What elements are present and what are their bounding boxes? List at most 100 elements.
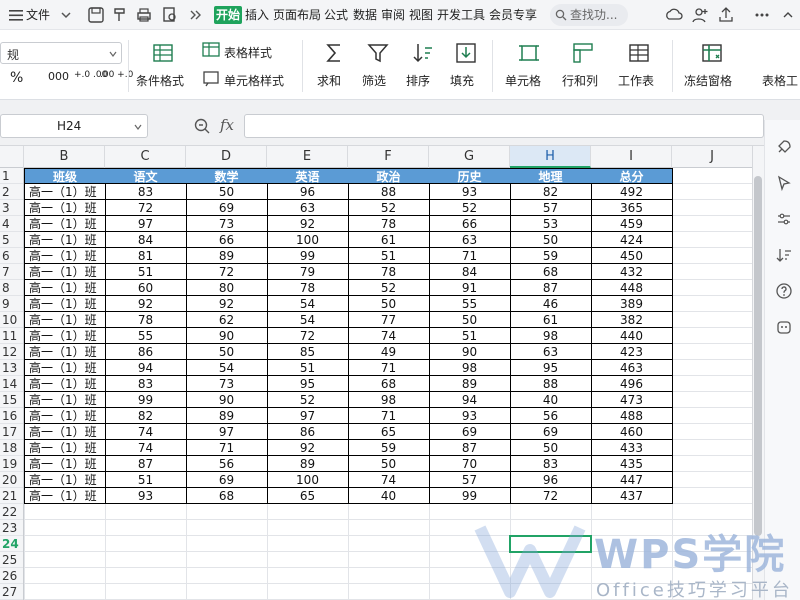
table-cell[interactable]: 70 [429, 456, 511, 472]
column-header-f[interactable]: F [348, 146, 429, 168]
table-cell[interactable]: 高一（1）班 [24, 472, 106, 488]
row-header-11[interactable]: 11 [0, 328, 23, 344]
column-header-h[interactable]: H [510, 146, 591, 168]
table-cell[interactable]: 63 [267, 200, 349, 216]
row-header-24[interactable]: 24 [0, 536, 23, 552]
row-header-23[interactable]: 23 [0, 520, 23, 536]
print-preview-icon[interactable] [160, 5, 180, 25]
table-cell[interactable]: 71 [348, 360, 430, 376]
table-cell[interactable]: 71 [348, 408, 430, 424]
table-cell[interactable]: 50 [429, 312, 511, 328]
table-cell[interactable]: 86 [105, 344, 187, 360]
tab-insert[interactable]: 插入 [245, 6, 269, 24]
sort-icon[interactable] [410, 40, 436, 66]
cloud-sync-icon[interactable] [664, 5, 684, 25]
table-cell[interactable]: 72 [267, 328, 349, 344]
table-cell[interactable]: 49 [348, 344, 430, 360]
table-cell[interactable]: 61 [348, 232, 430, 248]
ai-assistant-icon[interactable] [775, 318, 793, 336]
table-cell[interactable]: 98 [429, 360, 511, 376]
table-cell[interactable]: 66 [429, 216, 511, 232]
table-cell[interactable]: 57 [429, 472, 511, 488]
row-column-button[interactable]: 行和列 [562, 72, 598, 89]
row-header-13[interactable]: 13 [0, 360, 23, 376]
row-header-12[interactable]: 12 [0, 344, 23, 360]
row-header-16[interactable]: 16 [0, 408, 23, 424]
table-cell[interactable]: 高一（1）班 [24, 216, 106, 232]
table-cell[interactable]: 73 [186, 216, 268, 232]
table-cell[interactable]: 92 [267, 440, 349, 456]
table-cell[interactable]: 65 [348, 424, 430, 440]
table-cell[interactable]: 100 [267, 232, 349, 248]
chevron-down-icon[interactable] [56, 5, 76, 25]
table-cell[interactable]: 51 [105, 264, 187, 280]
table-cell[interactable]: 89 [429, 376, 511, 392]
table-cell[interactable]: 84 [105, 232, 187, 248]
table-cell[interactable]: 87 [510, 280, 592, 296]
table-cell[interactable]: 72 [186, 264, 268, 280]
table-cell[interactable]: 98 [348, 392, 430, 408]
table-cell[interactable]: 78 [105, 312, 187, 328]
table-cell[interactable]: 74 [348, 472, 430, 488]
table-cell[interactable]: 51 [105, 472, 187, 488]
table-header-cell[interactable]: 语文 [105, 168, 187, 184]
number-format-select[interactable]: 规 [0, 42, 122, 64]
table-cell[interactable]: 85 [267, 344, 349, 360]
formula-input[interactable] [244, 114, 764, 138]
table-cell[interactable]: 432 [591, 264, 673, 280]
table-cell[interactable]: 69 [510, 424, 592, 440]
row-header-3[interactable]: 3 [0, 200, 23, 216]
table-cell[interactable]: 51 [429, 328, 511, 344]
table-cell[interactable]: 88 [510, 376, 592, 392]
table-cell[interactable]: 高一（1）班 [24, 296, 106, 312]
table-cell[interactable]: 448 [591, 280, 673, 296]
table-cell[interactable]: 488 [591, 408, 673, 424]
row-header-5[interactable]: 5 [0, 232, 23, 248]
tab-formulas[interactable]: 公式 [324, 6, 348, 24]
table-cell[interactable]: 93 [105, 488, 187, 504]
zoom-icon[interactable] [193, 117, 211, 135]
table-cell[interactable]: 69 [186, 472, 268, 488]
table-cell[interactable]: 97 [267, 408, 349, 424]
cursor-icon[interactable] [775, 174, 793, 192]
conditional-format-icon[interactable] [150, 40, 176, 66]
table-cell[interactable]: 433 [591, 440, 673, 456]
table-cell[interactable]: 450 [591, 248, 673, 264]
table-cell[interactable]: 高一（1）班 [24, 488, 106, 504]
table-cell[interactable]: 440 [591, 328, 673, 344]
table-cell[interactable]: 78 [348, 264, 430, 280]
table-cell[interactable]: 96 [510, 472, 592, 488]
table-cell[interactable]: 81 [105, 248, 187, 264]
table-cell[interactable]: 437 [591, 488, 673, 504]
table-cell[interactable]: 92 [267, 216, 349, 232]
table-header-cell[interactable]: 历史 [429, 168, 511, 184]
table-cell[interactable]: 68 [186, 488, 268, 504]
table-cell[interactable]: 94 [429, 392, 511, 408]
table-cell[interactable]: 492 [591, 184, 673, 200]
table-cell[interactable]: 高一（1）班 [24, 280, 106, 296]
row-header-1[interactable]: 1 [0, 168, 23, 184]
table-cell[interactable]: 56 [186, 456, 268, 472]
table-cell[interactable]: 79 [267, 264, 349, 280]
tab-view[interactable]: 视图 [409, 6, 433, 24]
row-header-25[interactable]: 25 [0, 552, 23, 568]
table-cell[interactable]: 80 [186, 280, 268, 296]
table-cell[interactable]: 57 [510, 200, 592, 216]
table-cell[interactable]: 52 [348, 200, 430, 216]
fill-button[interactable]: 填充 [450, 72, 474, 89]
tab-member[interactable]: 会员专享 [489, 6, 537, 24]
table-cell[interactable]: 382 [591, 312, 673, 328]
table-cell[interactable]: 99 [429, 488, 511, 504]
table-cell[interactable]: 51 [267, 360, 349, 376]
table-cell[interactable]: 463 [591, 360, 673, 376]
table-cell[interactable]: 83 [105, 376, 187, 392]
table-cell[interactable]: 99 [105, 392, 187, 408]
conditional-format-button[interactable]: 条件格式 [136, 72, 184, 89]
table-cell[interactable]: 高一（1）班 [24, 264, 106, 280]
table-cell[interactable]: 78 [348, 216, 430, 232]
table-cell[interactable]: 54 [267, 312, 349, 328]
table-cell[interactable]: 89 [186, 408, 268, 424]
tab-home[interactable]: 开始 [214, 6, 243, 24]
table-header-cell[interactable]: 数学 [186, 168, 268, 184]
row-header-19[interactable]: 19 [0, 456, 23, 472]
